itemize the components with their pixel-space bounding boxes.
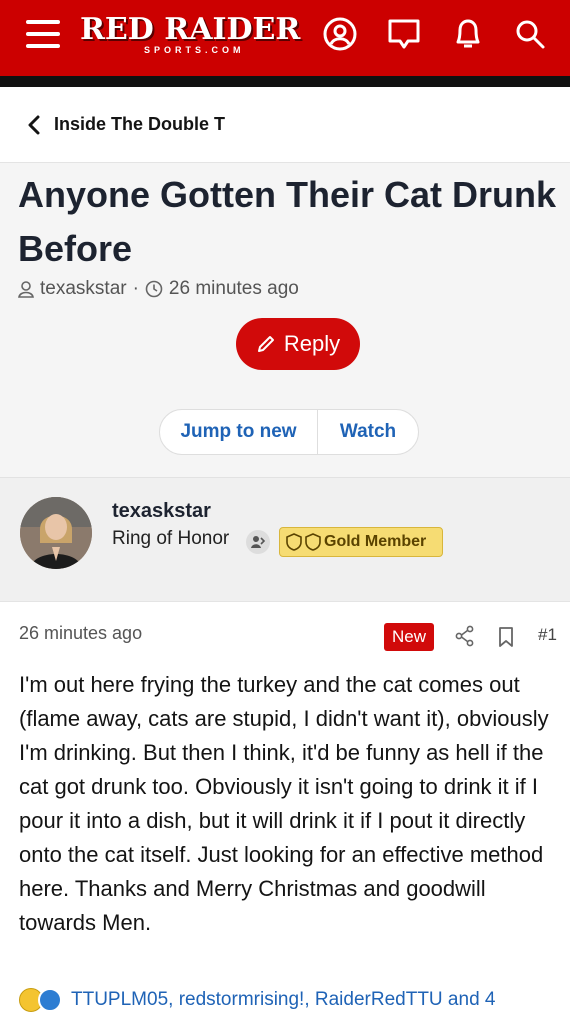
search-icon[interactable] (512, 16, 548, 52)
share-icon[interactable] (455, 625, 475, 647)
chevron-left-icon (28, 115, 40, 135)
logo-sub-text: SPORTS.COM (144, 45, 245, 55)
gold-member-badge: Gold Member (279, 527, 443, 557)
header-divider (0, 76, 570, 87)
pencil-icon (257, 336, 274, 352)
reactions-bar[interactable]: TTUPLM05, redstormrising!, RaiderRedTTU … (19, 987, 495, 1013)
jump-to-new-button[interactable]: Jump to new (160, 410, 318, 454)
site-logo[interactable]: RED RAIDER SPORTS.COM (80, 12, 300, 62)
post-number[interactable]: #1 (538, 625, 557, 645)
user-icon (18, 281, 34, 298)
menu-icon[interactable] (26, 20, 60, 48)
thread-time[interactable]: 26 minutes ago (169, 278, 299, 300)
shield-icon (305, 533, 321, 551)
like-reaction-icon (38, 988, 62, 1012)
reply-label: Reply (283, 331, 341, 356)
badge-label: Gold Member (324, 533, 427, 550)
thread-author[interactable]: texaskstar (40, 278, 127, 300)
post-author: texaskstar Ring of Honor Gold Member (0, 477, 570, 601)
logo-main-text: RED RAIDER (80, 12, 301, 47)
bookmark-icon[interactable] (498, 627, 514, 647)
meta-separator: · (132, 278, 139, 299)
post: 26 minutes ago New #1 I'm out here fryin… (0, 601, 570, 1023)
shield-icon (286, 533, 302, 551)
reactions-text[interactable]: TTUPLM05, redstormrising!, RaiderRedTTU … (71, 989, 495, 1011)
alerts-icon[interactable] (450, 16, 486, 52)
watch-button[interactable]: Watch (318, 410, 418, 454)
reaction-icons (19, 987, 67, 1013)
user-group-icon (246, 530, 270, 554)
thread-meta: texaskstar · 26 minutes ago (18, 278, 299, 300)
inbox-icon[interactable] (386, 16, 422, 52)
reply-button[interactable]: Reply (236, 318, 360, 370)
author-rank: Ring of Honor (112, 528, 230, 549)
site-header: RED RAIDER SPORTS.COM (0, 0, 570, 76)
thread-actions: Jump to new Watch (159, 409, 419, 455)
author-name[interactable]: texaskstar (112, 500, 211, 523)
page-title: Anyone Gotten Their Cat Drunk Before (18, 174, 557, 269)
avatar[interactable] (20, 497, 92, 569)
breadcrumb[interactable]: Inside The Double T (0, 87, 570, 163)
new-badge: New (384, 623, 434, 651)
account-icon[interactable] (322, 16, 358, 52)
breadcrumb-label: Inside The Double T (54, 114, 226, 134)
post-body: I'm out here frying the turkey and the c… (19, 672, 549, 935)
post-time[interactable]: 26 minutes ago (19, 623, 142, 644)
clock-icon (145, 280, 163, 298)
